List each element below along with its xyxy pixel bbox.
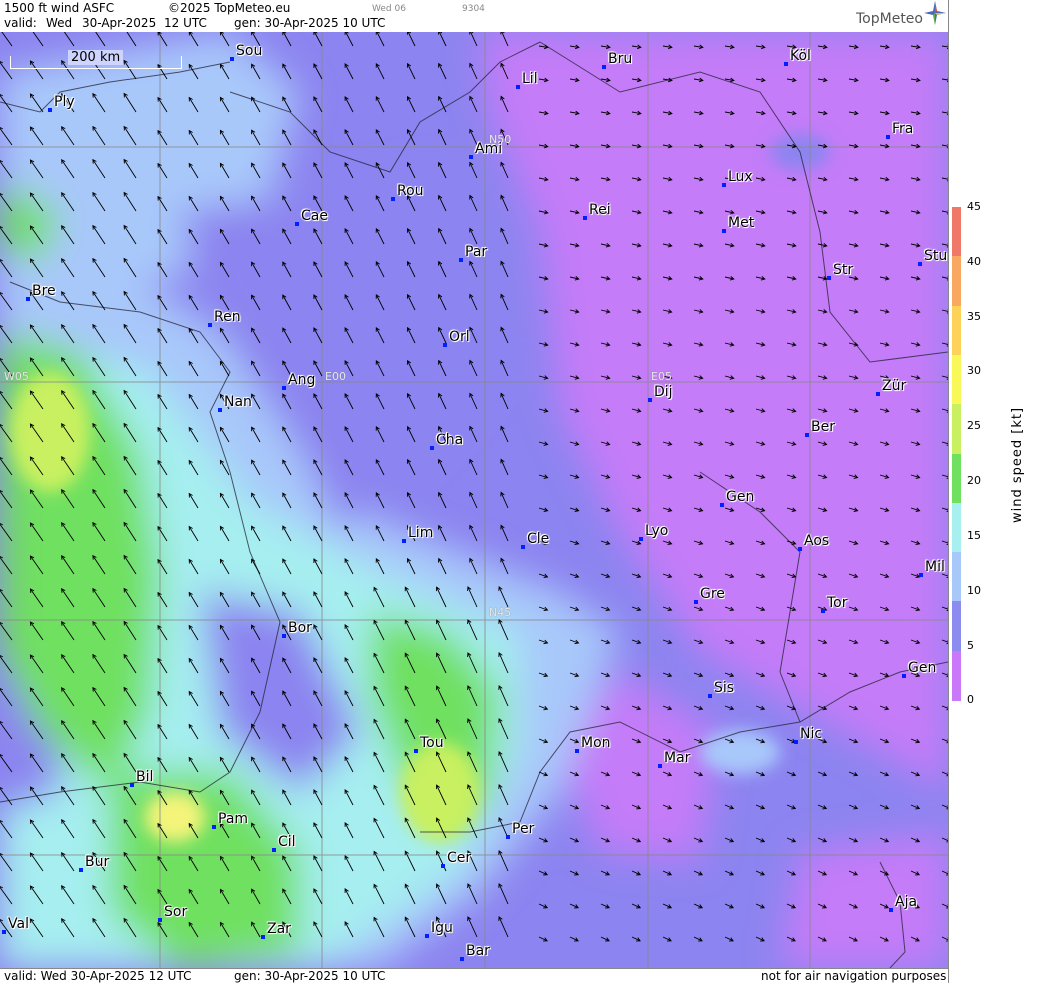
city-label[interactable]: Bru	[601, 51, 632, 69]
legend-color-step	[952, 256, 961, 307]
legend-tick: 45	[967, 200, 981, 213]
legend-color-step	[952, 502, 961, 553]
small-code-label: 9304	[462, 4, 485, 14]
valid-date: 30-Apr-2025	[82, 16, 157, 30]
wind-field-svg	[0, 32, 948, 968]
wind-map[interactable]: 200 km N50 N45 W05 E00 E05 Sou Ply Bru K…	[0, 32, 948, 968]
city-label[interactable]: Met	[721, 215, 754, 233]
grid-label-n45: N45	[489, 606, 512, 619]
scale-label: 200 km	[68, 50, 124, 65]
legend-tick: 25	[967, 419, 981, 432]
legend-panel: 45 40 35 30 25 20 15 10 5 0	[948, 0, 1039, 983]
city-label[interactable]: Gen	[719, 489, 754, 507]
city-label[interactable]: Orl	[443, 329, 470, 347]
city-label[interactable]: Igu	[425, 920, 453, 938]
legend-tick: 30	[967, 364, 981, 377]
city-label[interactable]: Pam	[211, 811, 248, 829]
legend-color-step	[952, 354, 961, 405]
legend-tick: 35	[967, 310, 981, 323]
city-label[interactable]: Dij	[648, 384, 673, 402]
legend-color-step	[952, 552, 961, 603]
city-label[interactable]: Zar	[261, 921, 291, 939]
city-label[interactable]: Gre	[694, 586, 725, 604]
valid-time: 12 UTC	[164, 16, 207, 30]
city-label[interactable]: Cha	[429, 432, 463, 450]
city-label[interactable]: Sor	[157, 904, 187, 922]
city-label[interactable]: Köl	[784, 48, 811, 66]
legend-title: wind speed [kt]	[1010, 406, 1025, 523]
city-label[interactable]: Tou	[414, 735, 444, 753]
topmeteo-star-icon	[924, 1, 946, 25]
color-scale-bar	[952, 207, 961, 701]
product-title: 1500 ft wind ASFC	[4, 1, 115, 15]
city-label[interactable]: Gen	[901, 660, 936, 678]
city-label[interactable]: Zür	[875, 378, 906, 396]
city-label[interactable]: Ami	[468, 141, 502, 159]
legend-tick: 5	[967, 639, 974, 652]
legend-color-step	[952, 453, 961, 504]
grid-label-e00: E00	[325, 370, 346, 383]
city-label[interactable]: Nan	[218, 394, 252, 412]
city-label[interactable]: Ang	[281, 372, 315, 390]
city-label[interactable]: Rou	[391, 183, 424, 201]
city-label[interactable]: Mon	[575, 735, 611, 753]
legend-color-step	[952, 650, 961, 701]
city-label[interactable]: Rei	[583, 202, 611, 220]
legend-tick: 20	[967, 474, 981, 487]
city-label[interactable]: Cle	[520, 531, 549, 549]
city-label[interactable]: Lil	[516, 71, 538, 89]
city-label[interactable]: Bil	[129, 769, 153, 787]
city-label[interactable]: Ply	[48, 94, 75, 112]
footer-notice: not for air navigation purposes	[761, 969, 947, 983]
city-label[interactable]: Mar	[657, 750, 690, 768]
legend-color-step	[952, 601, 961, 652]
city-label[interactable]: Sou	[229, 43, 262, 61]
footer-generated: gen: 30-Apr-2025 10 UTC	[234, 969, 386, 983]
city-label[interactable]: Bar	[460, 943, 490, 961]
city-label[interactable]: Fra	[885, 121, 913, 139]
grid-label-w05: W05	[4, 370, 29, 383]
city-label[interactable]: Bur	[78, 854, 109, 872]
city-label[interactable]: Bre	[26, 283, 56, 301]
city-label[interactable]: Val	[2, 916, 29, 934]
city-label[interactable]: Bor	[282, 620, 312, 638]
city-label[interactable]: Nic	[793, 726, 822, 744]
legend-tick: 15	[967, 529, 981, 542]
footer-valid: valid: Wed 30-Apr-2025 12 UTC	[4, 969, 192, 983]
city-label[interactable]: Lim	[401, 525, 433, 543]
city-label[interactable]: Cil	[272, 834, 296, 852]
footer-bar: valid: Wed 30-Apr-2025 12 UTC gen: 30-Ap…	[0, 968, 948, 984]
copyright-text: ©2025 TopMeteo.eu	[168, 1, 291, 15]
city-label[interactable]: Lux	[722, 169, 753, 187]
valid-label: valid:	[4, 16, 37, 30]
city-label[interactable]: Stu	[917, 248, 947, 266]
city-label[interactable]: Sis	[707, 680, 734, 698]
header-bar: 1500 ft wind ASFC ©2025 TopMeteo.eu Wed …	[0, 0, 948, 33]
legend-color-step	[952, 207, 961, 257]
legend-tick: 40	[967, 255, 981, 268]
topmeteo-logo-text: TopMeteo	[856, 11, 923, 27]
city-label[interactable]: Par	[458, 244, 487, 262]
legend-color-step	[952, 404, 961, 455]
city-label[interactable]: Cer	[440, 850, 471, 868]
valid-day: Wed	[46, 16, 73, 30]
city-label[interactable]: Ren	[208, 309, 241, 327]
small-day-label: Wed 06	[372, 4, 406, 14]
generated-time: gen: 30-Apr-2025 10 UTC	[234, 16, 386, 30]
city-label[interactable]: Aja	[888, 894, 917, 912]
city-label[interactable]: Aos	[797, 533, 829, 551]
city-label[interactable]: Lyo	[638, 523, 668, 541]
legend-color-step	[952, 305, 961, 356]
legend-tick: 0	[967, 693, 974, 706]
grid-label-e05: E05	[651, 370, 672, 383]
city-label[interactable]: Per	[505, 821, 534, 839]
city-label[interactable]: Mil	[919, 559, 945, 577]
legend-tick: 10	[967, 584, 981, 597]
city-label[interactable]: Str	[826, 262, 853, 280]
city-label[interactable]: Tor	[821, 595, 848, 613]
city-label[interactable]: Ber	[805, 419, 835, 437]
city-label[interactable]: Cae	[295, 208, 328, 226]
